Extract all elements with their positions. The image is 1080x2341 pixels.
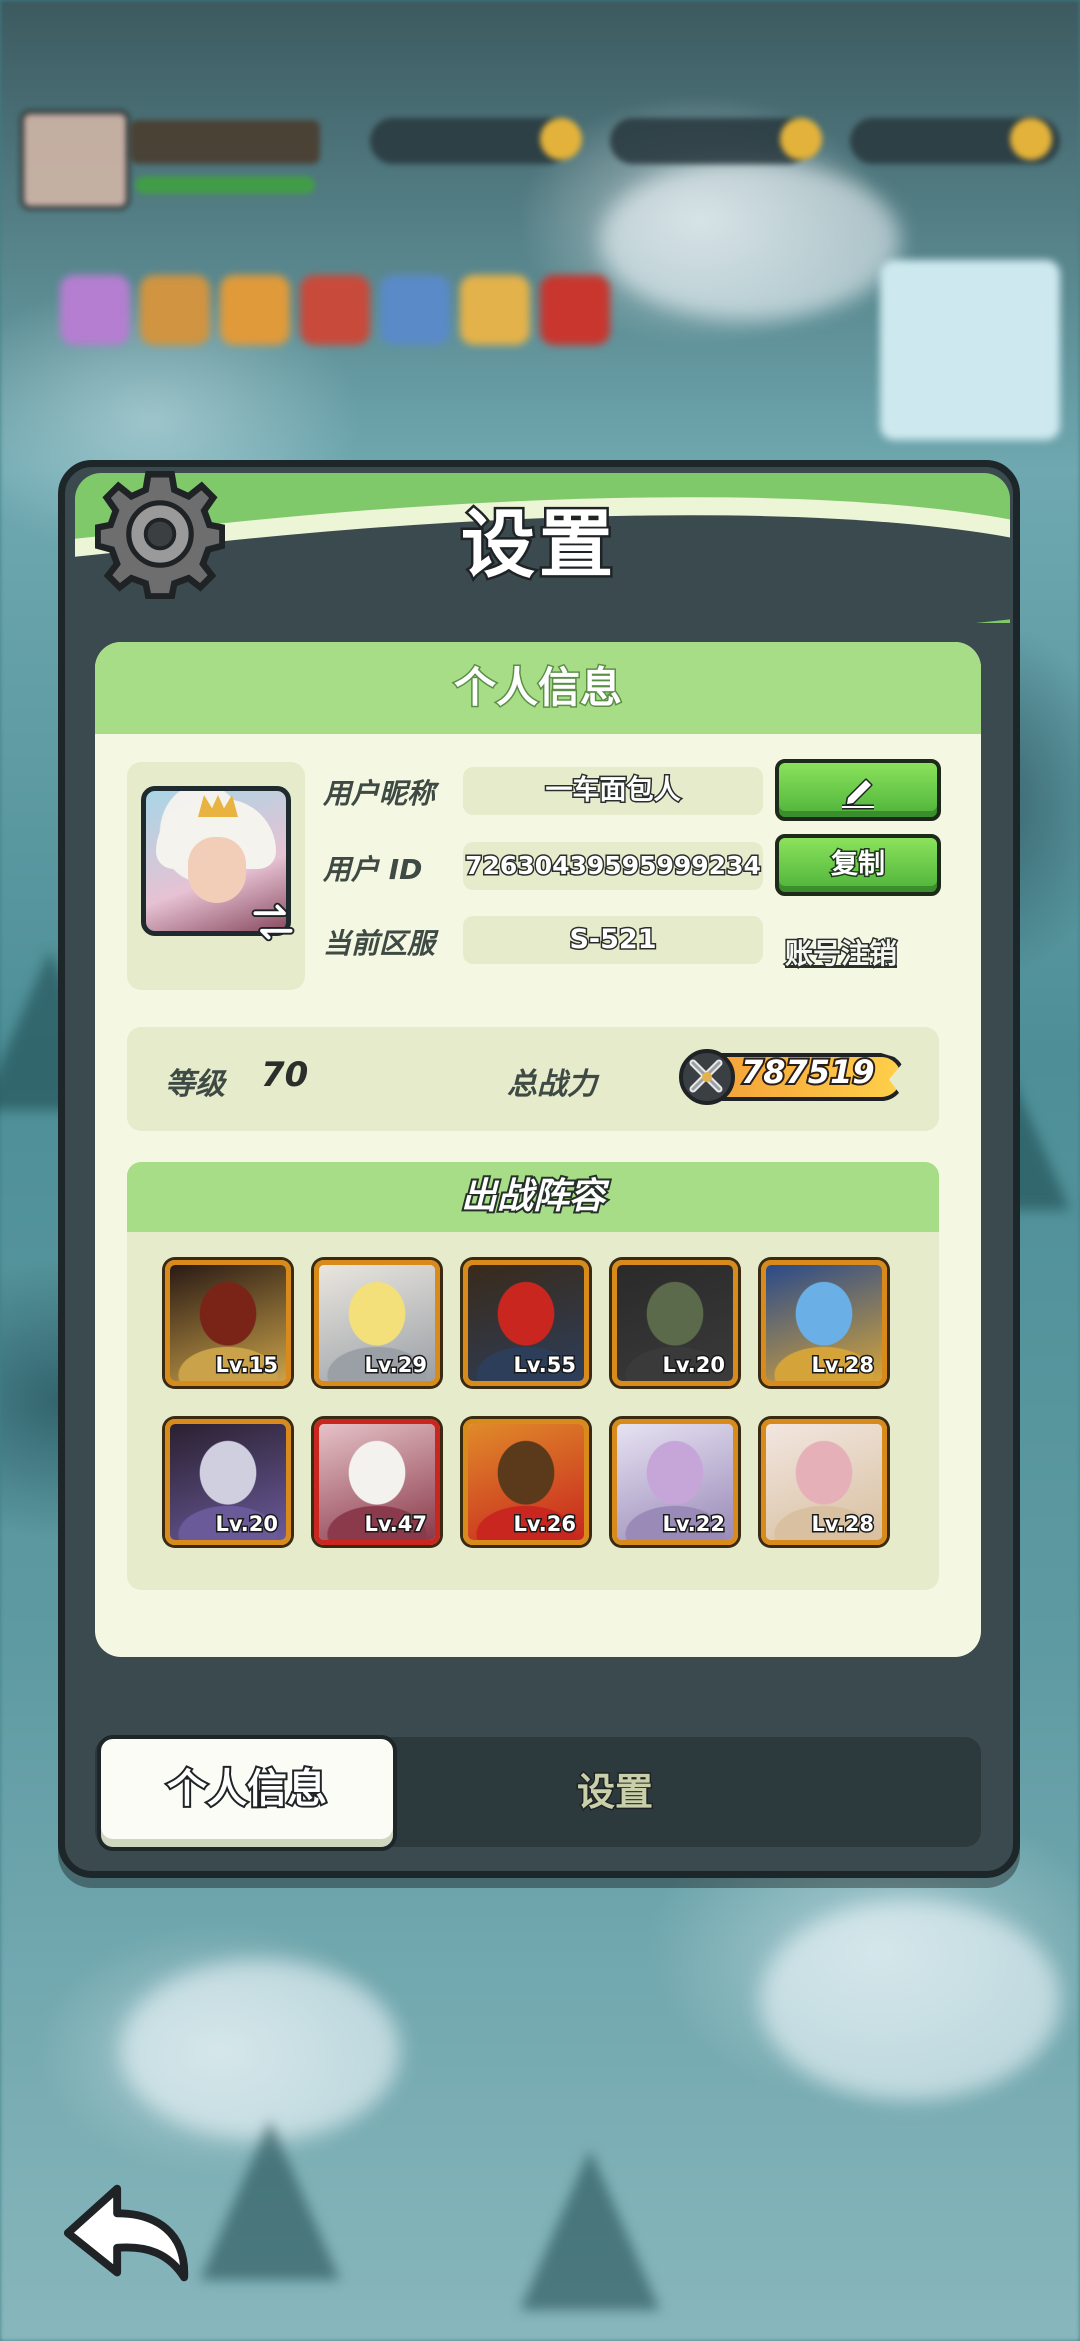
hero-card[interactable]: Lv.28 (761, 1419, 887, 1545)
hero-card[interactable]: Lv.28 (761, 1260, 887, 1386)
lineup-title: 出战阵容 (127, 1162, 939, 1232)
modal-title: 设置 (459, 500, 617, 591)
hero-level: Lv.28 (810, 1511, 876, 1538)
profile-section-title: 个人信息 (95, 642, 981, 734)
lineup-section: 出战阵容 Lv.15 Lv.29 Lv.55 Lv.20 Lv.28 Lv.20 Lv.47… (127, 1162, 939, 1590)
hero-card[interactable]: Lv.29 (314, 1260, 440, 1386)
bg-tree (520, 2150, 660, 2310)
hero-level: Lv.47 (363, 1511, 429, 1538)
bg-snow (120, 1960, 400, 2140)
hero-grid: Lv.15 Lv.29 Lv.55 Lv.20 Lv.28 Lv.20 Lv.47 Lv.26… (165, 1260, 887, 1545)
hud-minimap (880, 260, 1060, 440)
hero-card[interactable]: Lv.55 (463, 1260, 589, 1386)
hero-card[interactable]: Lv.15 (165, 1260, 291, 1386)
avatar-face (188, 837, 246, 903)
crossed-swords-icon (679, 1049, 735, 1105)
hero-card[interactable]: Lv.22 (612, 1419, 738, 1545)
hud-event-icon (460, 275, 530, 345)
tab-settings[interactable]: 设置 (515, 1737, 715, 1847)
hero-card[interactable]: Lv.20 (165, 1419, 291, 1545)
tab-bar: 个人信息 设置 (95, 1735, 981, 1851)
hero-card[interactable]: Lv.20 (612, 1260, 738, 1386)
hero-card[interactable]: Lv.26 (463, 1419, 589, 1545)
hero-level: Lv.20 (661, 1352, 727, 1379)
bg-snow (600, 160, 900, 320)
hud-name-bar (130, 120, 320, 164)
avatar-frame[interactable] (127, 762, 305, 990)
delete-account-link[interactable]: 账号注销 (783, 932, 898, 972)
power-label: 总战力 (507, 1067, 597, 1102)
profile-panel: 个人信息 用户昵称 一车面包人 用户 ID 72630439595999234 … (95, 642, 981, 1657)
hero-level: Lv.29 (363, 1352, 429, 1379)
hud-event-icon (300, 275, 370, 345)
coin-icon (780, 118, 822, 160)
hero-level: Lv.26 (512, 1511, 578, 1538)
edit-nickname-button[interactable] (775, 759, 941, 821)
tab-profile[interactable]: 个人信息 (97, 1735, 397, 1851)
hero-level: Lv.22 (661, 1511, 727, 1538)
power-badge: 787519 (679, 1049, 909, 1105)
hero-level: Lv.20 (214, 1511, 280, 1538)
bg-snow (760, 1900, 1060, 2100)
hud-event-icon (140, 275, 210, 345)
hud-event-icon (220, 275, 290, 345)
hud-event-icon (380, 275, 450, 345)
user-id-label: 用户 ID (323, 853, 423, 886)
hud-event-icon (60, 275, 130, 345)
nickname-field: 一车面包人 (463, 767, 763, 815)
pencil-icon (842, 778, 874, 810)
coin-icon (540, 118, 582, 160)
level-label: 等级 (165, 1067, 225, 1102)
hero-level: Lv.55 (512, 1352, 578, 1379)
server-field: S-521 (463, 916, 763, 964)
hero-card[interactable]: Lv.47 (314, 1419, 440, 1545)
copy-id-button[interactable]: 复制 (775, 834, 941, 896)
level-value: 70 (261, 1055, 309, 1095)
avatar-crown (198, 795, 238, 817)
coin-icon (1010, 118, 1052, 160)
bg-tree (200, 2120, 340, 2280)
hero-level: Lv.28 (810, 1352, 876, 1379)
server-label: 当前区服 (323, 927, 436, 960)
hud-event-icon (540, 275, 610, 345)
user-id-field: 72630439595999234 (463, 842, 763, 890)
settings-modal: 设置 个人信息 用户昵称 一车面包人 用户 ID 726304395959992… (58, 460, 1020, 1878)
back-button[interactable] (58, 2178, 196, 2288)
power-value: 787519 (739, 1051, 877, 1093)
stats-row: 等级 70 总战力 787519 (127, 1027, 939, 1131)
hud-exp-bar (135, 176, 315, 194)
hud-avatar (20, 110, 130, 210)
nickname-label: 用户昵称 (323, 777, 436, 810)
hero-level: Lv.15 (214, 1352, 280, 1379)
swap-avatar-icon[interactable] (251, 900, 295, 944)
